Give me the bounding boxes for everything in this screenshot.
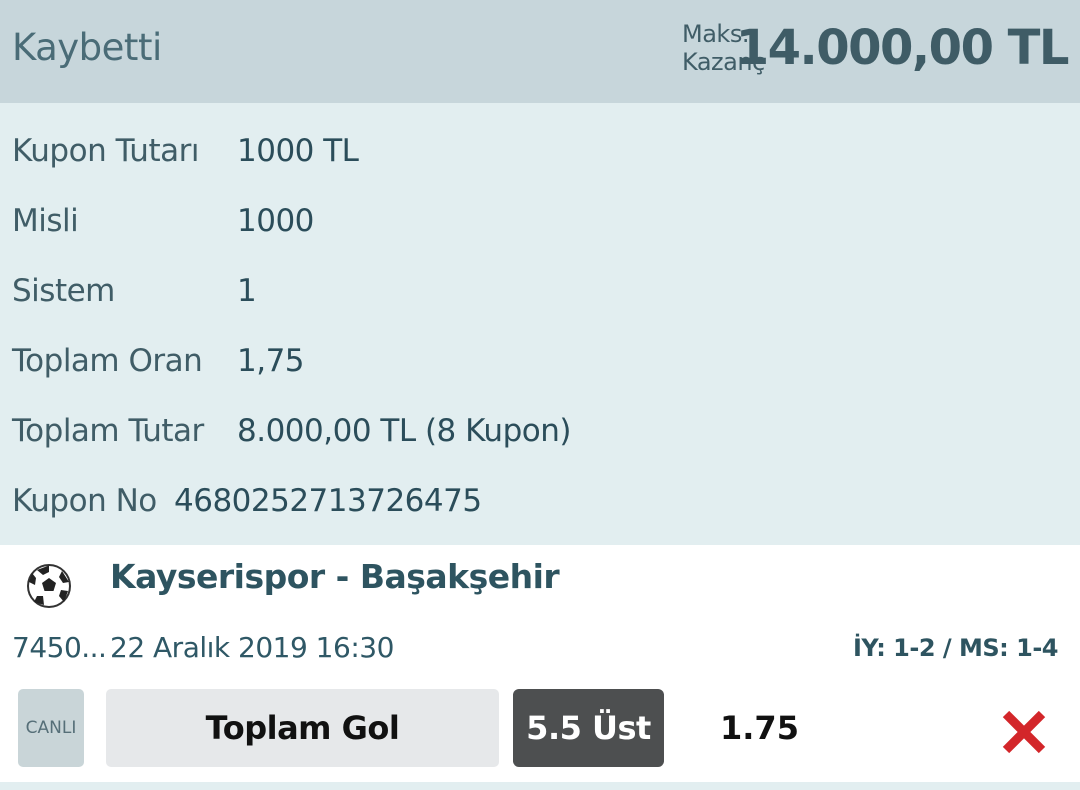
max-win-value: 14.000,00 TL: [735, 20, 1070, 76]
detail-value: 1: [237, 273, 257, 309]
match-code: 7450...: [12, 631, 107, 664]
detail-value: 1,75: [237, 343, 305, 379]
market-button[interactable]: Toplam Gol: [106, 689, 499, 767]
soccer-ball-icon: [27, 564, 71, 608]
match-title: Kayserispor - Başakşehir: [110, 557, 560, 596]
detail-label: Toplam Tutar: [12, 413, 204, 449]
detail-value: 8.000,00 TL (8 Kupon): [237, 413, 571, 449]
detail-value: 1000: [237, 203, 314, 239]
odd-value: 1.75: [720, 709, 799, 747]
detail-label: Kupon No: [12, 483, 157, 519]
detail-label: Misli: [12, 203, 79, 239]
match-date: 22 Aralık 2019 16:30: [110, 631, 394, 664]
detail-label: Sistem: [12, 273, 115, 309]
pick-button[interactable]: 5.5 Üst: [513, 689, 664, 767]
detail-value: 1000 TL: [237, 133, 359, 169]
divider: [0, 782, 1080, 790]
live-badge[interactable]: CANLI: [18, 689, 84, 767]
match-score: İY: 1-2 / MS: 1-4: [853, 634, 1059, 662]
detail-label: Kupon Tutarı: [12, 133, 199, 169]
match-card: Kayserispor - Başakşehir 7450... 22 Aral…: [0, 545, 1080, 790]
coupon-header: Kaybetti Maks. Kazanç 14.000,00 TL: [0, 0, 1080, 103]
coupon-status: Kaybetti: [12, 26, 162, 69]
detail-value: 4680252713726475: [174, 483, 482, 519]
lost-x-icon: [1002, 710, 1046, 754]
coupon-details: Kupon Tutarı 1000 TL Misli 1000 Sistem 1…: [0, 103, 1080, 545]
detail-label: Toplam Oran: [12, 343, 203, 379]
